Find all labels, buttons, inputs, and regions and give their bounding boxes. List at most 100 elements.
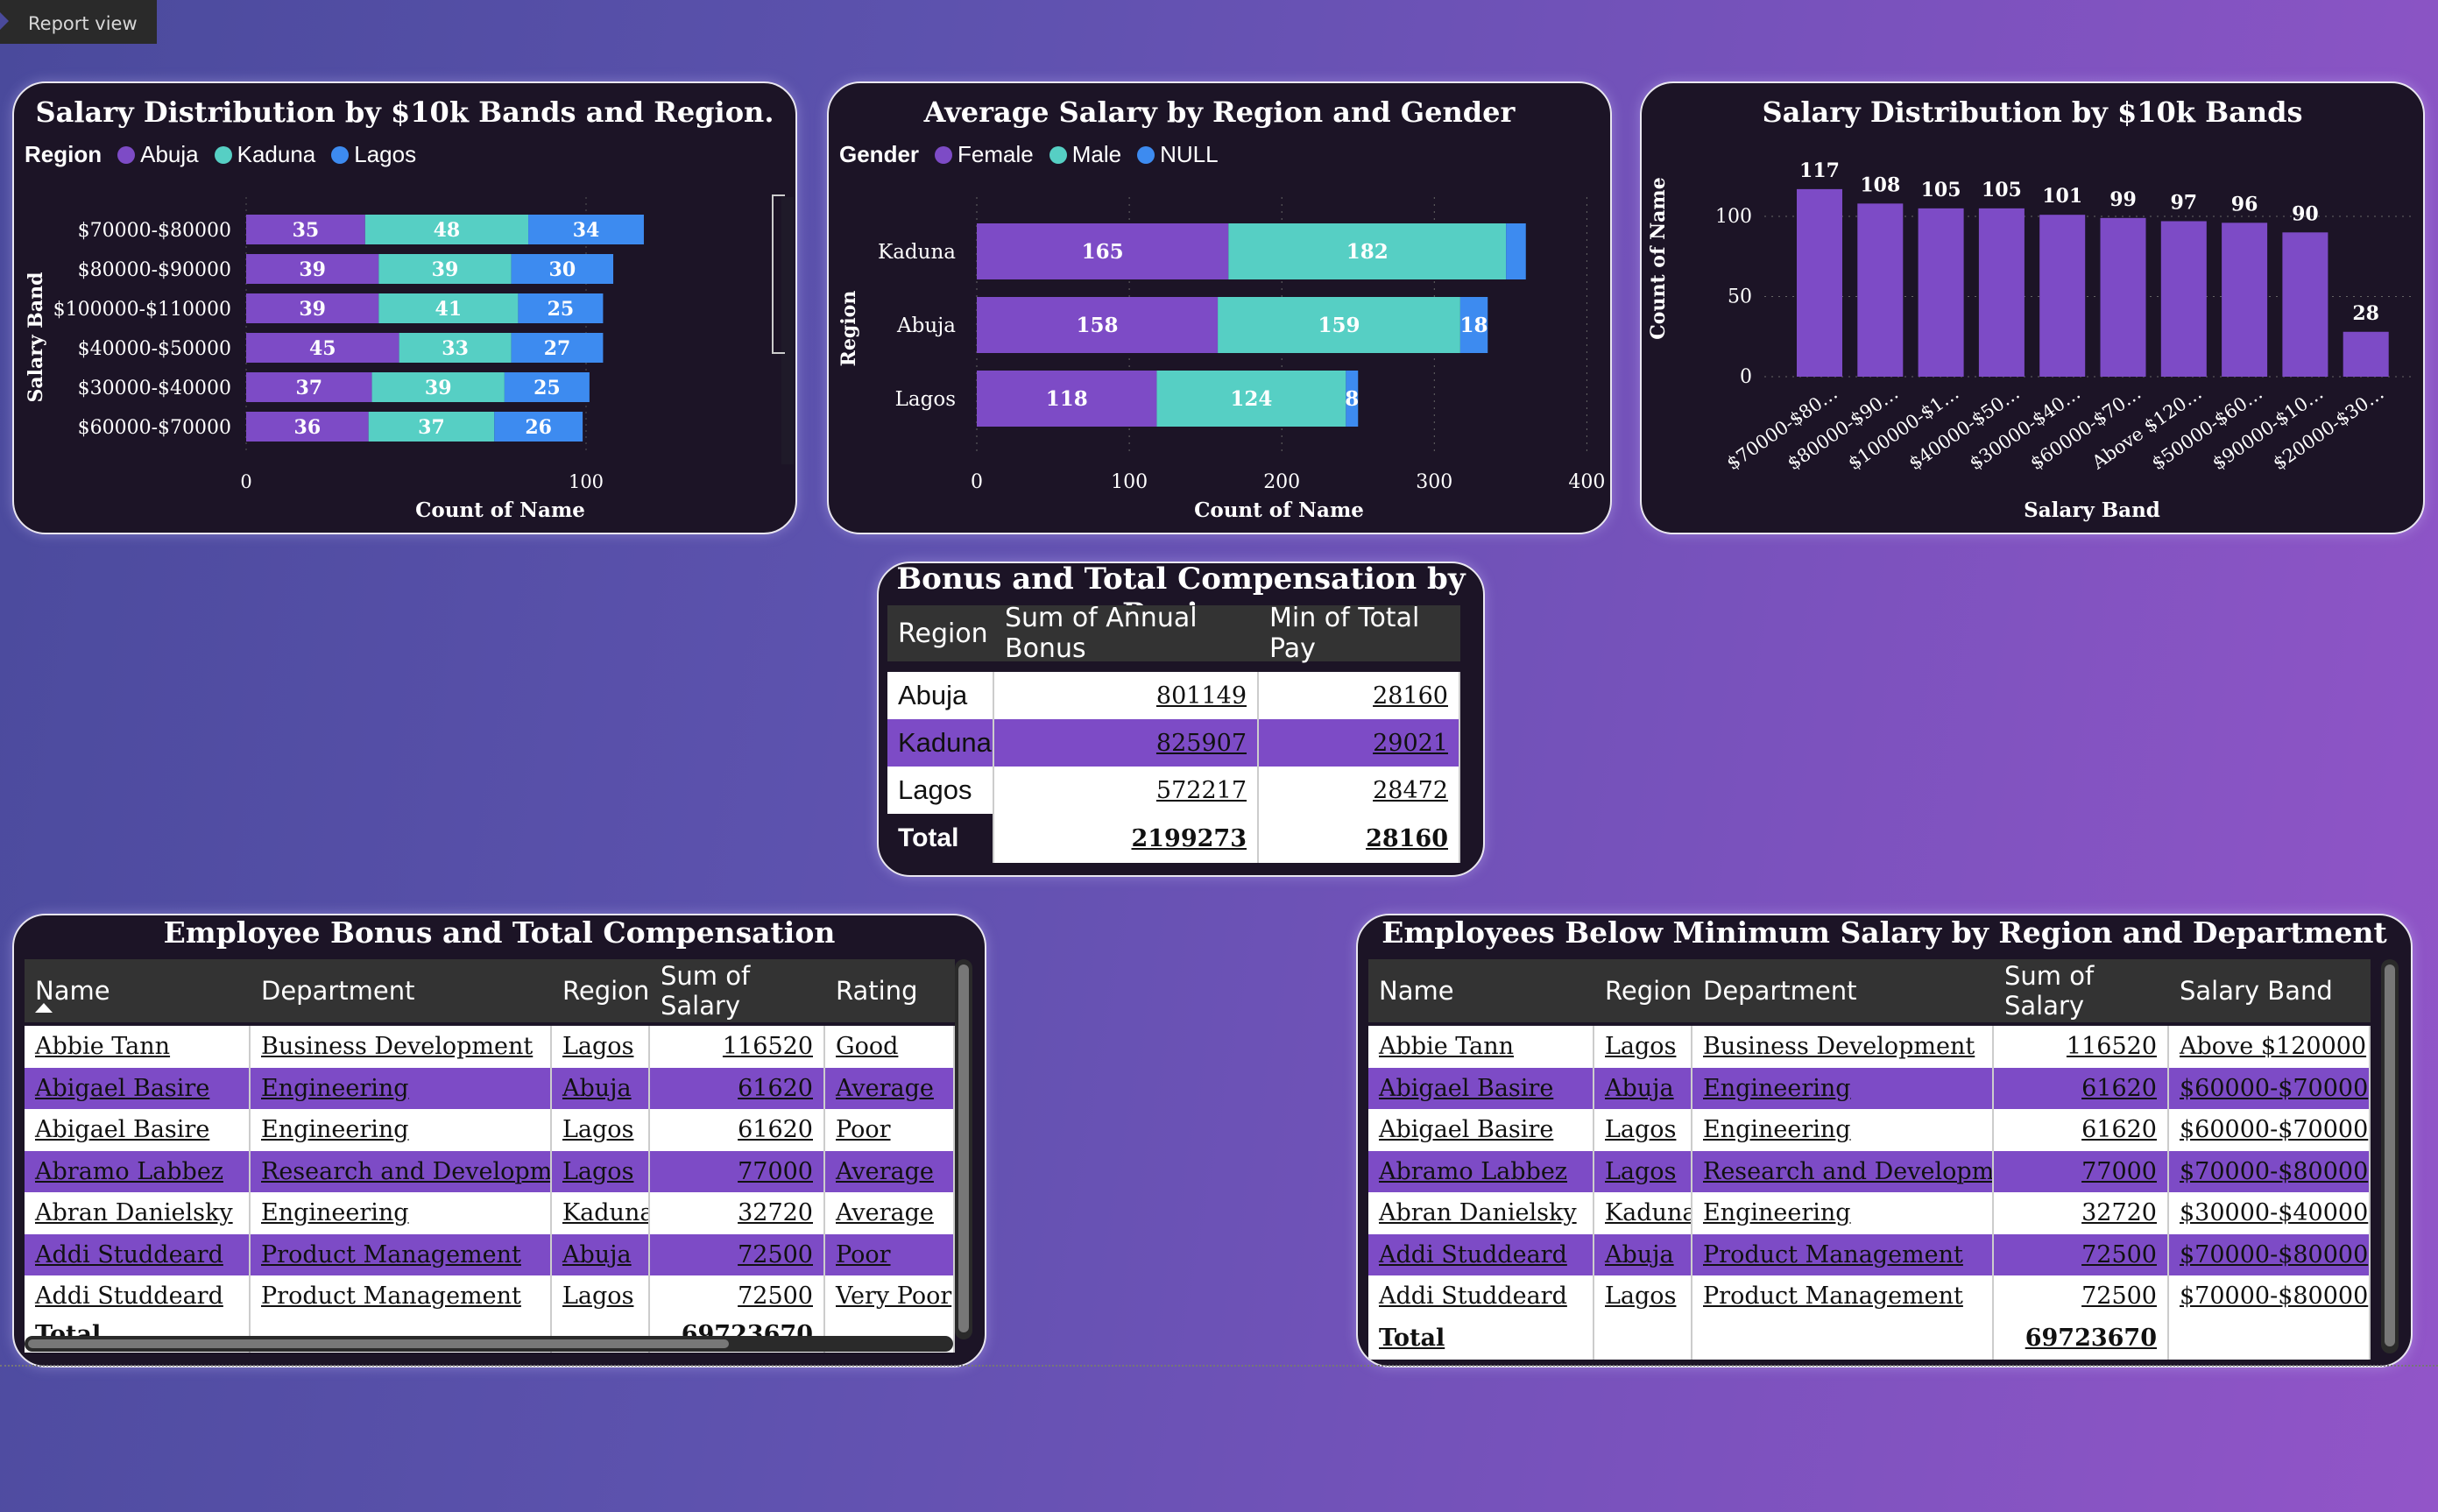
table-cell[interactable]: Lagos: [552, 1150, 650, 1192]
table-cell[interactable]: Research and Development: [1692, 1150, 1994, 1192]
table-cell[interactable]: Poor: [825, 1109, 955, 1151]
table-cell[interactable]: Abbie Tann: [1368, 1026, 1594, 1068]
bar[interactable]: [1857, 203, 1904, 377]
table-cell[interactable]: 61620: [1994, 1109, 2169, 1151]
column-header[interactable]: Min of Total Pay: [1259, 603, 1460, 664]
table-cell[interactable]: 77000: [650, 1150, 825, 1192]
table-cell[interactable]: 32720: [650, 1192, 825, 1234]
table-cell[interactable]: 72500: [650, 1233, 825, 1275]
column-header[interactable]: Department: [1692, 959, 1994, 1022]
table-cell[interactable]: 61620: [650, 1109, 825, 1151]
bar[interactable]: [2222, 223, 2268, 377]
table-cell[interactable]: Good: [825, 1026, 955, 1068]
table-cell[interactable]: Abigael Basire: [25, 1109, 251, 1151]
table-cell[interactable]: Lagos: [1594, 1026, 1692, 1068]
table-row[interactable]: Abbie Tann Lagos Business Development 11652…: [1368, 1026, 2371, 1068]
table-cell[interactable]: Engineering: [1692, 1067, 1994, 1109]
table-cell[interactable]: Business Development: [1692, 1026, 1994, 1068]
table-row[interactable]: Abigael Basire Engineering Lagos 61620 Poor: [25, 1109, 955, 1151]
table-cell[interactable]: 801149: [994, 672, 1259, 719]
table-cell[interactable]: Kaduna: [887, 719, 994, 767]
table-cell[interactable]: $70000-$80000: [2169, 1150, 2371, 1192]
column-header[interactable]: Name: [1368, 959, 1594, 1022]
table-cell[interactable]: 77000: [1994, 1150, 2169, 1192]
table-cell[interactable]: Product Management: [1692, 1275, 1994, 1318]
column-header[interactable]: Salary Band: [2169, 959, 2371, 1022]
table-cell[interactable]: Abran Danielsky: [25, 1192, 251, 1234]
table-cell[interactable]: Engineering: [251, 1067, 552, 1109]
table-cell[interactable]: Average: [825, 1150, 955, 1192]
table-row[interactable]: Kaduna 825907 29021: [887, 719, 1460, 767]
table-cell[interactable]: Research and Development: [251, 1150, 552, 1192]
table-cell[interactable]: Abigael Basire: [25, 1067, 251, 1109]
table-cell[interactable]: Very Poor: [825, 1275, 955, 1318]
table-cell[interactable]: Abuja: [887, 672, 994, 719]
column-header[interactable]: Sum of Annual Bonus: [994, 603, 1259, 664]
table-row[interactable]: Abuja 801149 28160: [887, 672, 1460, 719]
table-row[interactable]: Addi Studdeard Abuja Product Management 725…: [1368, 1233, 2371, 1275]
table-cell[interactable]: Engineering: [251, 1192, 552, 1234]
table-cell[interactable]: 28160: [1259, 672, 1460, 719]
table-cell[interactable]: 32720: [1994, 1192, 2169, 1234]
table-cell[interactable]: Abuja: [1594, 1233, 1692, 1275]
table-row[interactable]: Lagos 572217 28472: [887, 767, 1460, 814]
table-cell[interactable]: 29021: [1259, 719, 1460, 767]
table-cell[interactable]: Addi Studdeard: [1368, 1233, 1594, 1275]
bar[interactable]: [1918, 208, 1964, 377]
bar[interactable]: [2282, 232, 2328, 377]
bar[interactable]: [1978, 208, 2025, 377]
table-cell[interactable]: Product Management: [251, 1233, 552, 1275]
vertical-scrollbar[interactable]: [955, 959, 972, 1339]
chart1-scrollbar[interactable]: [781, 197, 794, 464]
column-header[interactable]: Name: [25, 959, 251, 1022]
table-cell[interactable]: Poor: [825, 1233, 955, 1275]
scrollbar-thumb[interactable]: [958, 964, 969, 1332]
table-row[interactable]: Abigael Basire Lagos Engineering 61620 $6000…: [1368, 1109, 2371, 1151]
table-cell[interactable]: Lagos: [552, 1275, 650, 1318]
table-cell[interactable]: Addi Studdeard: [1368, 1275, 1594, 1318]
scrollbar-thumb[interactable]: [2385, 964, 2395, 1346]
table-cell[interactable]: 72500: [650, 1275, 825, 1318]
table-cell[interactable]: Lagos: [552, 1109, 650, 1151]
table-cell[interactable]: 61620: [1994, 1067, 2169, 1109]
table-row[interactable]: Abigael Basire Abuja Engineering 61620 $6000…: [1368, 1067, 2371, 1109]
table-cell[interactable]: 116520: [650, 1026, 825, 1068]
bar[interactable]: [2343, 331, 2389, 377]
chart2-plot[interactable]: Region Count of Name 0 100 200 300 400 Kaduna…: [829, 83, 1610, 533]
column-header[interactable]: Sum of Salary: [650, 959, 825, 1022]
sort-ascending-icon[interactable]: [35, 1003, 53, 1013]
table-row[interactable]: Abran Danielsky Kaduna Engineering 32720 $30…: [1368, 1192, 2371, 1234]
vertical-scrollbar[interactable]: [2381, 959, 2399, 1353]
table-cell[interactable]: Kaduna: [1594, 1192, 1692, 1234]
table-cell[interactable]: 116520: [1994, 1026, 2169, 1068]
table-cell[interactable]: Abramo Labbez: [1368, 1150, 1594, 1192]
table-cell[interactable]: Lagos: [1594, 1150, 1692, 1192]
table-cell[interactable]: Lagos: [1594, 1109, 1692, 1151]
table-row[interactable]: Abran Danielsky Engineering Kaduna 32720 Ave…: [25, 1192, 955, 1234]
table-cell[interactable]: Engineering: [1692, 1109, 1994, 1151]
table-cell[interactable]: Average: [825, 1192, 955, 1234]
bar[interactable]: [2100, 217, 2146, 377]
table-cell[interactable]: $60000-$70000: [2169, 1109, 2371, 1151]
table-cell[interactable]: Engineering: [251, 1109, 552, 1151]
table-cell[interactable]: 72500: [1994, 1233, 2169, 1275]
report-view-tab[interactable]: Report view: [0, 0, 157, 44]
column-header[interactable]: Region: [887, 605, 994, 661]
table-cell[interactable]: $70000-$80000: [2169, 1233, 2371, 1275]
table-cell[interactable]: $30000-$40000: [2169, 1192, 2371, 1234]
table-cell[interactable]: Lagos: [887, 767, 994, 814]
column-header[interactable]: Region: [1594, 959, 1692, 1022]
table-cell[interactable]: Abuja: [1594, 1067, 1692, 1109]
column-header[interactable]: Sum of Salary: [1994, 959, 2169, 1022]
table-row[interactable]: Abramo LabbezLagosResearch and Developme…: [1368, 1150, 2371, 1192]
chart1-plot[interactable]: Salary Band Count of Name 0 100 $70000-$80…: [14, 83, 795, 533]
table-cell[interactable]: Lagos: [552, 1026, 650, 1068]
table-cell[interactable]: Abigael Basire: [1368, 1067, 1594, 1109]
bar[interactable]: [2039, 215, 2086, 377]
table-cell[interactable]: Abuja: [552, 1233, 650, 1275]
table-cell[interactable]: Product Management: [251, 1275, 552, 1318]
table-cell[interactable]: Abuja: [552, 1067, 650, 1109]
bar[interactable]: [2160, 221, 2207, 377]
table-cell[interactable]: 28472: [1259, 767, 1460, 814]
table-cell[interactable]: Average: [825, 1067, 955, 1109]
